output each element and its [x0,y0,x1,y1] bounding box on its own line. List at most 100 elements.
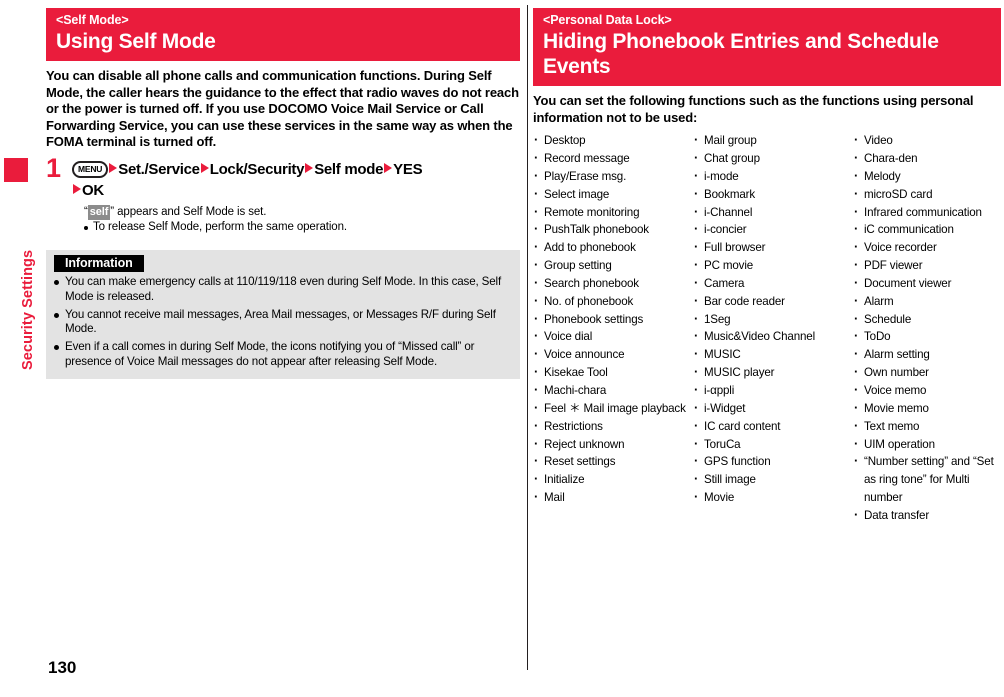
locked-function-item: i-Channel [693,203,853,222]
self-indicator-chip: self [87,204,111,221]
locked-function-item: iC communication [853,220,1001,239]
locked-function-item: MUSIC player [693,363,853,382]
locked-function-item: Restrictions [533,417,693,436]
locked-function-item: Feel ＊ Mail image playback [533,399,693,418]
page-number: 130 [48,658,77,677]
locked-function-item: Full browser [693,238,853,257]
step-1-operation-path: MENU Set./Service Lock/Security Self mode YE… [72,159,520,201]
locked-function-item: Still image [693,470,853,489]
step-path-0: Set./Service [118,160,200,178]
locked-function-item: IC card content [693,417,853,436]
locked-function-item: No. of phonebook [533,292,693,311]
locked-function-item: GPS function [693,452,853,471]
self-mode-section-header: <Self Mode> Using Self Mode [46,8,520,61]
locked-function-item: i-concier [693,220,853,239]
locked-function-item: Alarm setting [853,345,1001,364]
locked-function-item: Kisekae Tool [533,363,693,382]
locked-function-item: Voice announce [533,345,693,364]
arrow-icon-4 [384,162,393,173]
locked-function-item: Text memo [853,417,1001,436]
locked-functions-list: DesktopRecord messagePlay/Erase msg.Sele… [533,131,1001,525]
step-1-number: 1 [46,152,62,183]
locked-function-item: i-αppli [693,381,853,400]
locked-function-item: Machi-chara [533,381,693,400]
information-item: Even if a call comes in during Self Mode… [54,340,512,370]
information-item: You can make emergency calls at 110/119/… [54,275,512,305]
step-path-4: OK [82,181,104,199]
locked-function-item: Mail [533,488,693,507]
locked-function-item: ToruCa [693,435,853,454]
information-heading: Information [54,254,144,272]
locked-function-item: Desktop [533,131,693,150]
personal-data-lock-kicker: <Personal Data Lock> [543,13,672,27]
information-item-list: You can make emergency calls at 110/119/… [54,275,512,370]
locked-function-item: Data transfer [853,506,1001,525]
locked-function-item: Own number [853,363,1001,382]
locked-function-item: Music&Video Channel [693,327,853,346]
locked-function-item: i-mode [693,167,853,186]
step-1-notes: “self” appears and Self Mode is set. To … [72,204,520,236]
locked-function-item: Group setting [533,256,693,275]
locked-function-item: Reset settings [533,452,693,471]
step-1-note-chip-line: “self” appears and Self Mode is set. [84,204,520,221]
chapter-side-tab: Security Settings [0,0,36,697]
note-quote-close: ” appears and Self Mode is set. [110,205,267,218]
personal-data-lock-lead-paragraph: You can set the following functions such… [533,93,974,125]
information-item: You cannot receive mail messages, Area M… [54,308,512,338]
locked-function-item: Record message [533,149,693,168]
locked-function-item: Movie [693,488,853,507]
personal-data-lock-title: Hiding Phonebook Entries and Schedule Ev… [543,30,939,78]
locked-function-item: Add to phonebook [533,238,693,257]
locked-function-item: PC movie [693,256,853,275]
locked-function-item: microSD card [853,185,1001,204]
step-1: 1 MENU Set./Service Lock/Security Self mode… [46,154,520,236]
locked-function-item: Phonebook settings [533,310,693,329]
locked-function-item: Bookmark [693,185,853,204]
locked-function-item: Reject unknown [533,435,693,454]
locked-function-item: Voice dial [533,327,693,346]
locked-function-item: Bar code reader [693,292,853,311]
locked-function-item: Document viewer [853,274,1001,293]
step-path-1: Lock/Security [209,160,305,178]
locked-function-item: Movie memo [853,399,1001,418]
locked-function-item: Chat group [693,149,853,168]
locked-functions-column-2: Mail groupChat groupi-modeBookmarki-Chan… [693,131,853,525]
self-mode-kicker: <Self Mode> [56,13,129,27]
arrow-icon-1 [109,162,118,173]
locked-function-item: Initialize [533,470,693,489]
locked-function-item: Melody [853,167,1001,186]
locked-function-item: Voice memo [853,381,1001,400]
column-divider [527,5,528,670]
locked-function-item: UIM operation [853,435,1001,454]
locked-function-item: Chara-den [853,149,1001,168]
step-1-note-bullet: To release Self Mode, perform the same o… [84,220,520,236]
self-mode-title: Using Self Mode [56,30,216,53]
arrow-icon-2 [200,162,209,173]
locked-function-item: Voice recorder [853,238,1001,257]
arrow-icon-5 [73,183,81,194]
step-path-2: Self mode [314,160,384,178]
locked-function-item: Infrared communication [853,203,1001,222]
locked-function-item: Video [853,131,1001,150]
self-mode-lead-paragraph: You can disable all phone calls and comm… [46,68,519,150]
locked-function-item: MUSIC [693,345,853,364]
locked-function-item: PDF viewer [853,256,1001,275]
locked-function-item: 1Seg [693,310,853,329]
personal-data-lock-section-header: <Personal Data Lock> Hiding Phonebook En… [533,8,1001,86]
locked-function-item: Alarm [853,292,1001,311]
locked-function-item: Camera [693,274,853,293]
locked-function-item: Search phonebook [533,274,693,293]
locked-function-item: Remote monitoring [533,203,693,222]
chapter-label: Security Settings [20,249,36,370]
locked-function-item: i-Widget [693,399,853,418]
locked-functions-column-1: DesktopRecord messagePlay/Erase msg.Sele… [533,131,693,525]
locked-functions-column-3: VideoChara-denMelodymicroSD cardInfrared… [853,131,1001,525]
step-path-3: YES [393,160,423,178]
locked-function-item: Schedule [853,310,1001,329]
right-column: <Personal Data Lock> Hiding Phonebook En… [533,0,1001,525]
locked-function-item: Mail group [693,131,853,150]
arrow-icon-3 [305,162,314,173]
menu-key-icon: MENU [72,160,109,178]
left-column: <Self Mode> Using Self Mode You can disa… [46,0,520,379]
locked-function-item: Play/Erase msg. [533,167,693,186]
